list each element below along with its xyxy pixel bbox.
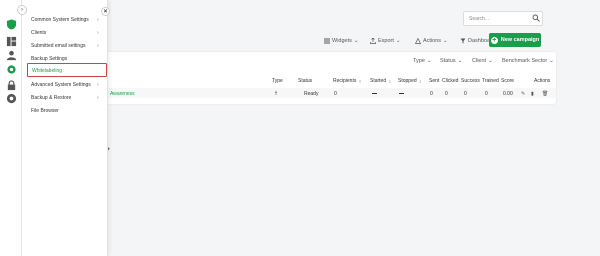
sort-icon: ⇕ (358, 78, 362, 84)
trash-icon[interactable]: 🗑 (542, 91, 548, 97)
column-header-score[interactable]: Score (501, 78, 514, 84)
chevron-down-icon: ⌄ (488, 58, 493, 64)
benchmark-filter-label: Benchmark Sector (502, 58, 548, 64)
close-menu-button[interactable]: × (101, 7, 110, 16)
clicked-cell: 0 (445, 91, 448, 97)
export-icon (370, 38, 376, 44)
chevron-right-icon: › (97, 95, 99, 101)
column-header-type[interactable]: Type (272, 78, 283, 84)
recipients-cell: 0 (334, 91, 337, 97)
menu-item-backup-settings[interactable]: Backup Settings (31, 56, 67, 62)
menu-item-whitelabeling-label: Whitelabeling (32, 68, 63, 74)
chevron-down-icon: ⌄ (549, 58, 554, 64)
sort-icon: ⇕ (388, 78, 392, 84)
widgets-label: Widgets (332, 38, 352, 44)
chevron-right-icon: › (97, 30, 99, 36)
success-cell: 0 (464, 91, 467, 97)
status-filter-label: Status (440, 58, 456, 64)
menu-item-submitted-email-settings[interactable]: Submitted email settings (31, 43, 85, 49)
gear-icon[interactable] (5, 63, 17, 75)
type-filter-label: Type (413, 58, 425, 64)
edit-icon[interactable]: ✎ (521, 91, 525, 97)
filter-icon (460, 38, 466, 44)
menu-item-file-browser[interactable]: File Browser (31, 108, 59, 114)
chevron-down-icon: ⌄ (457, 58, 463, 64)
chevron-right-icon: › (97, 43, 99, 49)
chevron-right-icon: › (21, 7, 23, 13)
type-filter[interactable]: Type ⌄ (413, 58, 432, 64)
widgets-icon (324, 38, 330, 44)
stopped-cell (399, 91, 404, 97)
client-filter[interactable]: Client ⌄ (472, 58, 493, 64)
new-campaign-label: New campaign (500, 37, 540, 43)
trained-cell: 0 (485, 91, 488, 97)
menu-item-advanced-system-settings[interactable]: Advanced System Settings (31, 82, 91, 88)
search-input[interactable]: Search... (463, 11, 543, 26)
column-header-success[interactable]: Success (461, 78, 480, 84)
actions-label: Actions (423, 38, 442, 44)
status-filter[interactable]: Status ⌄ (440, 58, 462, 64)
column-header-stopped[interactable]: Stopped ⇕ (398, 78, 422, 84)
menu-item-whitelabeling[interactable]: Whitelabeling (27, 63, 107, 77)
score-cell: 0.00 (503, 91, 513, 97)
column-header-trained[interactable]: Trained (482, 78, 499, 84)
export-button[interactable]: Export ⌄ (370, 35, 401, 47)
sidebar-toggle-button[interactable]: › (17, 5, 27, 15)
user-icon[interactable] (5, 49, 17, 61)
icon-rail (0, 0, 22, 256)
widgets-button[interactable]: Widgets ⌄ (324, 35, 358, 47)
menu-item-clients[interactable]: Clients (31, 30, 46, 36)
sent-cell: 0 (430, 91, 433, 97)
column-header-status[interactable]: Status (298, 78, 312, 84)
export-label: Export (378, 38, 394, 44)
chevron-right-icon: › (97, 17, 99, 23)
type-icon: ϯ (275, 91, 278, 97)
chevron-down-icon: ⌄ (426, 58, 432, 64)
close-icon: × (103, 8, 108, 15)
sort-icon: ⇕ (418, 78, 422, 84)
chevron-down-icon: ⌄ (395, 38, 401, 44)
column-header-sent[interactable]: Sent (429, 78, 439, 84)
help-icon[interactable] (5, 92, 17, 104)
actions-icon (415, 38, 421, 44)
new-campaign-button[interactable]: + New campaign (489, 33, 541, 47)
shield-icon[interactable] (5, 18, 17, 30)
menu-item-common-system-settings[interactable]: Common System Settings (31, 17, 89, 23)
stats-icon[interactable]: ▮ (531, 91, 534, 97)
column-header-recipients[interactable]: Recipients ⇕ (333, 78, 362, 84)
lock-icon[interactable] (5, 79, 17, 91)
search-icon[interactable] (532, 14, 540, 22)
column-header-actions: Actions (534, 78, 551, 84)
chevron-right-icon: › (97, 82, 99, 88)
campaign-name-link[interactable]: Awareness (110, 91, 135, 97)
client-filter-label: Client (472, 58, 487, 64)
chevron-down-icon: ⌄ (353, 38, 359, 44)
started-cell (372, 91, 377, 97)
column-header-started[interactable]: Started ⇕ (370, 78, 391, 84)
plus-icon: + (490, 36, 498, 44)
chevron-down-icon: ⌄ (443, 38, 448, 44)
status-cell: Ready (304, 91, 319, 97)
dashboard-icon[interactable] (5, 35, 17, 47)
menu-item-backup-restore[interactable]: Backup & Restore (31, 95, 71, 101)
column-header-clicked[interactable]: Clicked (442, 78, 458, 84)
settings-menu: Common System Settings › Clients › Submi… (22, 0, 108, 256)
benchmark-filter[interactable]: Benchmark Sector ⌄ (502, 58, 554, 64)
actions-button[interactable]: Actions ⌄ (415, 35, 448, 47)
